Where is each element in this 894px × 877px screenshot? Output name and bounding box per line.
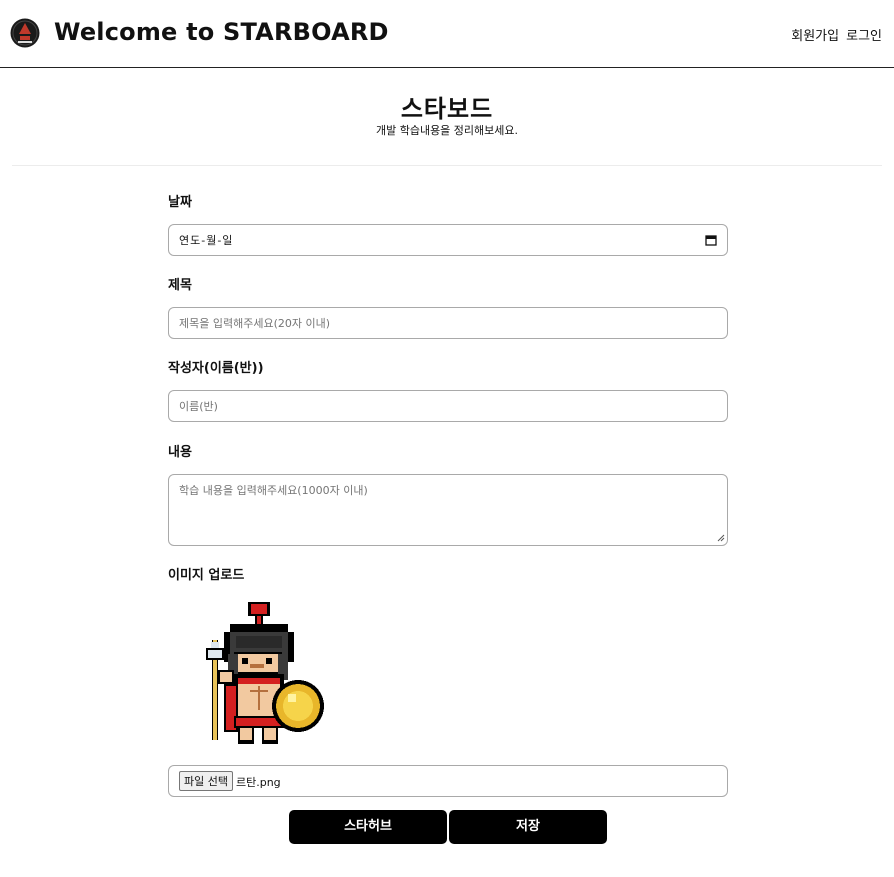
header-nav: 회원가입 로그인 <box>791 25 882 44</box>
page-title: 스타보드 <box>400 95 494 123</box>
file-input[interactable]: 파일 선택 르탄.png <box>168 765 728 797</box>
date-value: 연도-월-일 <box>179 234 234 247</box>
author-label: 작성자(이름(반)) <box>168 361 264 376</box>
calendar-icon[interactable] <box>705 234 717 246</box>
sparta-logo-icon[interactable] <box>10 18 40 48</box>
page-heading: 스타보드 개발 학습내용을 정리해보세요. <box>0 94 894 138</box>
content-label: 내용 <box>168 445 192 460</box>
login-link[interactable]: 로그인 <box>846 25 882 44</box>
page-subtitle: 개발 학습내용을 정리해보세요. <box>375 124 519 137</box>
starhub-button[interactable]: 스타허브 <box>289 810 447 844</box>
file-name: 르탄.png <box>235 776 281 789</box>
spartan-warrior-pixel-image <box>206 602 324 744</box>
signup-link[interactable]: 회원가입 <box>791 25 839 44</box>
site-title[interactable]: Welcome to STARBOARD <box>54 18 389 46</box>
save-button[interactable]: 저장 <box>449 810 607 844</box>
file-select-button[interactable]: 파일 선택 <box>179 771 233 791</box>
date-label: 날짜 <box>168 195 192 210</box>
title-label: 제목 <box>168 278 192 293</box>
site-header: Welcome to STARBOARD 회원가입 로그인 <box>0 0 894 68</box>
content-textarea[interactable] <box>168 474 728 546</box>
section-divider <box>12 165 882 166</box>
date-input[interactable]: 연도-월-일 <box>168 224 728 256</box>
resize-grip-icon[interactable] <box>717 534 725 542</box>
title-input[interactable] <box>168 307 728 339</box>
image-upload-label: 이미지 업로드 <box>168 568 245 583</box>
author-input[interactable] <box>168 390 728 422</box>
